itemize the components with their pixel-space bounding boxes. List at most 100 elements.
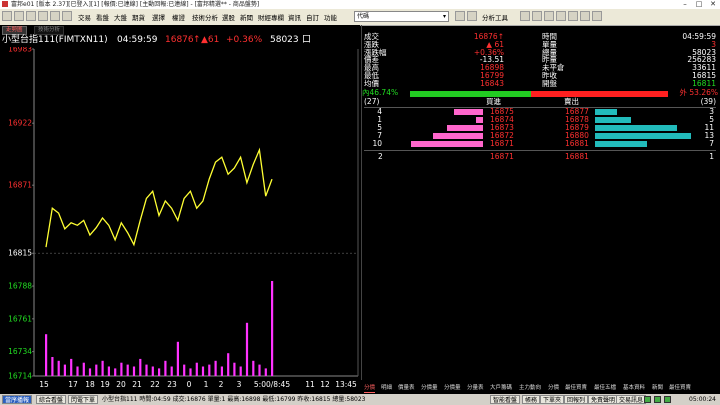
- toolbar-icon[interactable]: [532, 11, 542, 21]
- toolbar-icon[interactable]: [544, 11, 554, 21]
- x-tick-label: 21: [132, 380, 142, 389]
- detail-tab[interactable]: 分價: [548, 384, 559, 392]
- menu-item-options[interactable]: 選擇: [152, 12, 165, 22]
- pointer-icon[interactable]: [455, 11, 465, 21]
- ask-depth-bar: [595, 116, 631, 123]
- x-tick-label: 13:45: [335, 380, 357, 389]
- menu-item-custom[interactable]: 自訂: [306, 12, 319, 22]
- toolbar-icon[interactable]: [50, 11, 60, 21]
- quote-row: 漲跌 ▲ 61 單量 3: [362, 40, 718, 49]
- detail-tab[interactable]: 基本資料: [623, 384, 645, 392]
- close-icon[interactable]: ✕: [706, 0, 720, 9]
- report-bar-button[interactable]: 回報列: [564, 395, 589, 404]
- quote-row: 最低 16799 昨收 16815: [362, 72, 718, 80]
- detail-tab[interactable]: 分價量: [444, 384, 461, 392]
- menu-item-tech-analysis[interactable]: 技術分析: [192, 12, 218, 22]
- detail-tab[interactable]: 分價: [364, 384, 376, 393]
- chart-tabs: 走勢圖 技術分析: [0, 25, 360, 35]
- accounts-button[interactable]: 帳務: [522, 395, 541, 404]
- menu-item-warrants[interactable]: 權證: [172, 12, 185, 22]
- menu-item-news[interactable]: 新聞: [240, 12, 253, 22]
- volume-bar: [51, 357, 54, 376]
- book-row: 10 16871 16881 7: [362, 140, 718, 148]
- volume-bar: [114, 368, 117, 376]
- menu-item-info[interactable]: 資訊: [288, 12, 301, 22]
- menu-item-futures[interactable]: 期貨: [132, 12, 145, 22]
- menu-item-watch[interactable]: 看盤: [96, 12, 109, 22]
- order-folder-button[interactable]: 下單夾: [540, 395, 565, 404]
- summary-bid-price: 16871: [490, 151, 514, 161]
- disclaimer-button[interactable]: 免責聲明: [588, 395, 619, 404]
- toolbar-icon[interactable]: [62, 11, 72, 21]
- detail-tab[interactable]: 主力動向: [519, 384, 541, 392]
- layout-icon[interactable]: [467, 11, 477, 21]
- detail-tab[interactable]: 分量表: [467, 384, 484, 392]
- volume-bar: [95, 364, 98, 376]
- toolbar-icon[interactable]: [520, 11, 530, 21]
- flash-order-button[interactable]: 閃電下單: [68, 395, 99, 404]
- ticker-text: 小型台指111 時間:04:59 成交:16876 單量:1 最高:16898 …: [102, 396, 366, 403]
- minimize-icon[interactable]: –: [678, 0, 692, 9]
- volume-bar: [170, 366, 173, 376]
- trade-message-button[interactable]: 交易訊息: [616, 395, 647, 404]
- tab-trend-chart-label: 走勢圖: [6, 27, 23, 33]
- toolbar-icon[interactable]: [568, 11, 578, 21]
- volume-bar: [245, 322, 249, 376]
- toolbar-icon[interactable]: [38, 11, 48, 21]
- volume-bar: [176, 341, 179, 376]
- toolbar-icon[interactable]: [580, 11, 590, 21]
- maximize-icon[interactable]: □: [692, 0, 706, 9]
- detail-tab[interactable]: 明細: [381, 384, 392, 392]
- symbol-combo[interactable]: 代碼 ▾: [354, 11, 449, 22]
- detail-tab[interactable]: 最佳買賣: [669, 384, 691, 392]
- volume-bar: [271, 281, 274, 376]
- toolbar-icon[interactable]: [592, 11, 602, 21]
- chart-change: ▲61: [201, 35, 220, 45]
- detail-tab[interactable]: 最佳五檔: [594, 384, 616, 392]
- price-chart[interactable]: 16983 16922 16871 16815 16788 16761 16734 16714…: [0, 47, 362, 395]
- volume-bar: [189, 368, 192, 376]
- smart-view-button[interactable]: 智能看盤: [490, 395, 521, 404]
- book-divider: [364, 149, 716, 151]
- volume-bar: [120, 362, 123, 376]
- window-title: 富邦e01 [版本 2.37][已登入][1] [報價:已連線] [主動回報:已…: [11, 1, 260, 8]
- book-summary: 2 16871 16881 1: [362, 151, 718, 163]
- x-tick-label: 23: [167, 380, 177, 389]
- volume-bar: [208, 364, 211, 376]
- chart-price: 16876: [165, 35, 194, 45]
- menu-item-market[interactable]: 大盤: [114, 12, 127, 22]
- ask-price[interactable]: 16881: [565, 140, 589, 148]
- detail-tab[interactable]: 最佳買賣: [565, 384, 587, 392]
- bid-depth-bar: [476, 116, 483, 123]
- outer-label: 外 53.26%: [679, 87, 719, 97]
- toolbar-icon[interactable]: [556, 11, 566, 21]
- volume-bar: [227, 353, 230, 376]
- chart-time: 04:59:59: [117, 35, 158, 45]
- bid-price[interactable]: 16871: [490, 140, 514, 148]
- book-row: 1 16874 16878 5: [362, 115, 718, 124]
- analysis-tools-menu[interactable]: 分析工具: [482, 12, 508, 22]
- y-tick-label: 16922: [8, 119, 32, 128]
- volume-bar: [195, 362, 198, 376]
- detail-tab[interactable]: 分價量: [421, 384, 438, 392]
- volume-bar: [45, 334, 48, 376]
- chart-symbol: 小型台指111(FIMTXN11): [2, 35, 108, 45]
- menu-item-finance-column[interactable]: 財經專欄: [258, 12, 284, 22]
- menu-item-trade[interactable]: 交易: [78, 12, 91, 22]
- toolbar-icon[interactable]: [2, 11, 12, 21]
- composite-view-button[interactable]: 綜合看盤: [36, 395, 67, 404]
- chart-pct: +0.36%: [226, 35, 263, 45]
- detail-tab[interactable]: 價量表: [398, 384, 415, 392]
- toolbar-icon[interactable]: [26, 11, 36, 21]
- broadcast-button[interactable]: 當序播報: [2, 395, 33, 404]
- chart-header: 小型台指111(FIMTXN11) 04:59:59 16876 ↑ ▲61 +…: [0, 34, 360, 47]
- menu-item-screener[interactable]: 選股: [222, 12, 235, 22]
- bid-depth-bar: [447, 124, 483, 131]
- book-right-count: (39): [700, 96, 716, 106]
- detail-tab[interactable]: 大戶籌碼: [490, 384, 512, 392]
- volume-unit-icon: 口: [302, 35, 312, 45]
- volume-bar: [151, 366, 154, 376]
- menu-item-functions[interactable]: 功能: [324, 12, 337, 22]
- toolbar-icon[interactable]: [14, 11, 24, 21]
- detail-tab[interactable]: 新聞: [652, 384, 663, 392]
